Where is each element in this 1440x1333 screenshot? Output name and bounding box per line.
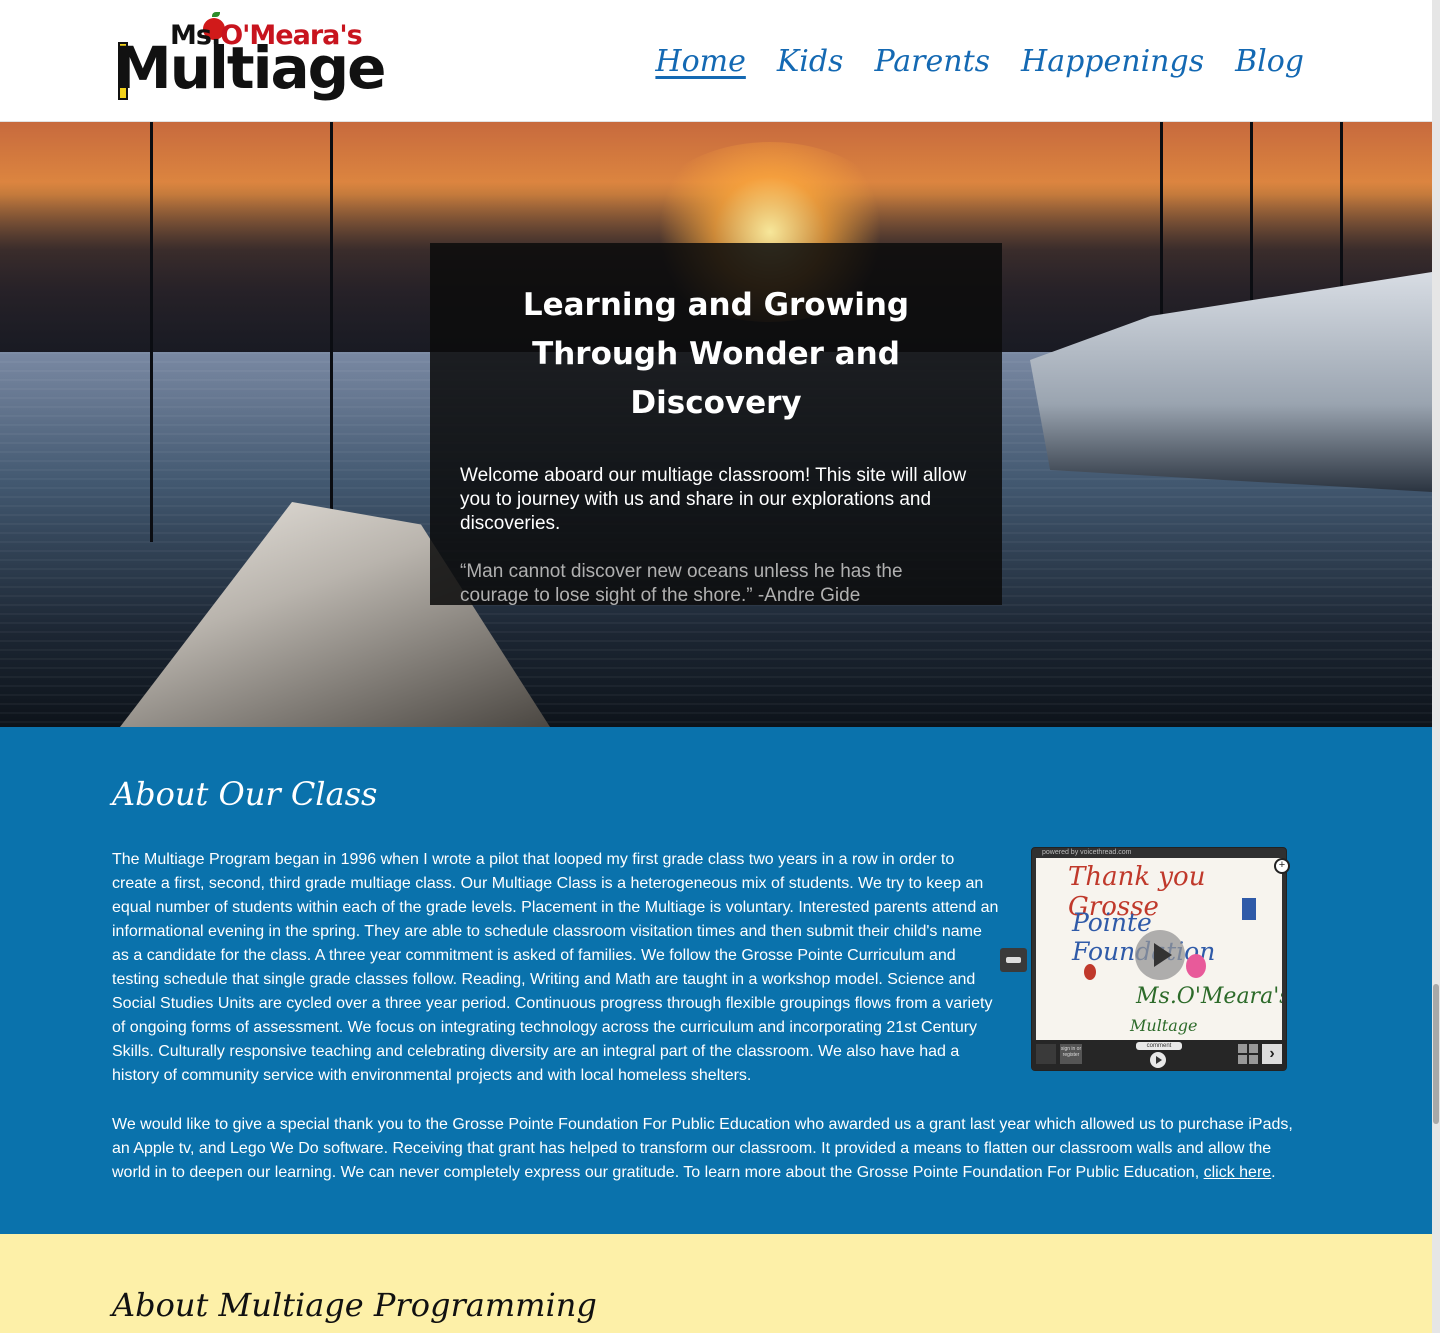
- logo-multiage-text: Multiage: [114, 34, 386, 102]
- previous-slide-button[interactable]: [1036, 1044, 1056, 1064]
- nav-happenings[interactable]: Happenings: [1021, 44, 1204, 79]
- voicethread-powered-by: powered by voicethread.com: [1042, 849, 1132, 856]
- balloon-drawing: [1186, 954, 1206, 978]
- site-logo[interactable]: Ms.O'Meara's Multiage: [112, 12, 386, 112]
- next-slide-button[interactable]: ›: [1262, 1044, 1282, 1064]
- nav-kids[interactable]: Kids: [777, 44, 844, 79]
- multiage-heading: About Multiage Programming: [112, 1286, 597, 1324]
- about-section: About Our Class The Multiage Program beg…: [0, 727, 1432, 1234]
- hero-welcome-text: Welcome aboard our multiage classroom! T…: [460, 465, 967, 534]
- hero-card: Learning and Growing Through Wonder and …: [430, 243, 1002, 606]
- nav-parents[interactable]: Parents: [874, 44, 990, 79]
- scrollbar-thumb[interactable]: [1433, 984, 1439, 1124]
- hero-quote: “Man cannot discover new oceans unless h…: [460, 561, 903, 606]
- comment-button[interactable]: comment: [1136, 1042, 1182, 1050]
- nav-blog[interactable]: Blog: [1235, 44, 1304, 79]
- slide-text: Multage: [1130, 1016, 1198, 1035]
- voicethread-controls: sign in or register comment ›: [1032, 1040, 1286, 1070]
- play-button[interactable]: [1135, 930, 1185, 980]
- grid-view-icon[interactable]: [1238, 1044, 1258, 1064]
- main-nav: Home Kids Parents Happenings Blog: [655, 44, 1304, 79]
- hero-mast: [150, 122, 153, 542]
- signin-button[interactable]: sign in or register: [1060, 1044, 1082, 1064]
- cross-drawing: [1242, 898, 1256, 920]
- about-paragraph: The Multiage Program began in 1996 when …: [112, 851, 999, 1084]
- nav-home[interactable]: Home: [655, 44, 745, 79]
- multiage-section: About Multiage Programming: [0, 1234, 1432, 1333]
- balloon-drawing: [1084, 964, 1096, 980]
- slide-text: Ms.O'Meara's: [1136, 984, 1282, 1009]
- voicethread-embed[interactable]: powered by voicethread.com Thank you Gro…: [1031, 847, 1290, 1071]
- thank-you-paragraph: We would like to give a special thank yo…: [112, 1116, 1293, 1181]
- zoom-icon[interactable]: +: [1274, 858, 1290, 874]
- voicethread-side-tab[interactable]: [1000, 948, 1027, 972]
- comment-play-button[interactable]: [1150, 1052, 1166, 1068]
- about-heading: About Our Class: [112, 775, 378, 813]
- hero-banner: Learning and Growing Through Wonder and …: [0, 122, 1432, 727]
- site-header: Ms.O'Meara's Multiage Home Kids Parents …: [0, 0, 1432, 122]
- foundation-link[interactable]: click here: [1204, 1164, 1272, 1181]
- page-scrollbar[interactable]: [1432, 0, 1440, 1333]
- voicethread-slide[interactable]: Thank you Grosse Pointe Foundation Ms.O'…: [1036, 858, 1282, 1040]
- hero-title: Learning and Growing Through Wonder and …: [522, 287, 910, 421]
